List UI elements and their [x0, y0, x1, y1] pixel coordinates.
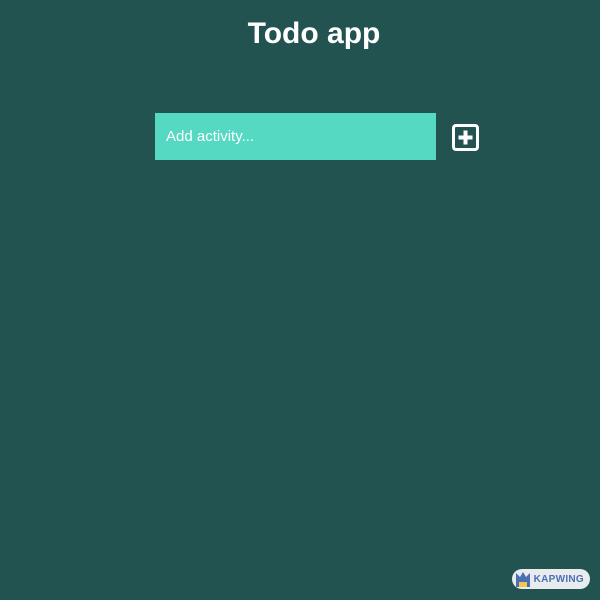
add-activity-input[interactable]	[155, 113, 436, 160]
add-activity-button[interactable]	[451, 123, 480, 152]
kapwing-watermark: KAPWING	[511, 569, 590, 589]
kapwing-logo-icon	[515, 572, 530, 587]
plus-square-icon	[452, 124, 479, 151]
page-title: Todo app	[247, 17, 381, 50]
watermark-text: KAPWING	[533, 573, 584, 585]
